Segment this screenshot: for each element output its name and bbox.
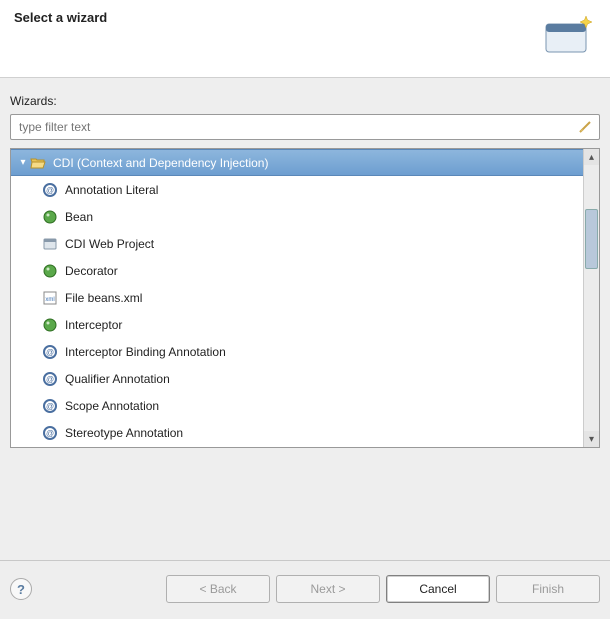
wizard-banner-icon — [540, 10, 596, 60]
tree-item[interactable]: Bean — [11, 203, 583, 230]
tree-item-label: Interceptor — [65, 318, 122, 332]
wizard-tree-container: ▾ CDI (Context and Dependency Injection)… — [10, 148, 600, 448]
svg-text:xml: xml — [45, 297, 54, 303]
filter-container — [10, 114, 600, 140]
tree-item-label: File beans.xml — [65, 291, 142, 305]
tree-item-label: Interceptor Binding Annotation — [65, 345, 226, 359]
scroll-up-icon[interactable]: ▴ — [584, 149, 599, 165]
filter-input[interactable] — [17, 119, 577, 135]
tree-item[interactable]: @ Interceptor Binding Annotation — [11, 338, 583, 365]
dialog-content: Wizards: ▾ CDI (Context and Dependency I… — [0, 78, 610, 448]
svg-text:@: @ — [46, 375, 54, 384]
web-icon — [41, 236, 59, 252]
annotation-icon: @ — [41, 371, 59, 387]
annotation-icon: @ — [41, 182, 59, 198]
tree-item[interactable]: CDI Web Project — [11, 230, 583, 257]
scroll-thumb[interactable] — [585, 209, 598, 269]
button-bar: < Back Next > Cancel Finish — [166, 575, 600, 603]
tree-item[interactable]: Decorator — [11, 257, 583, 284]
bean-icon — [41, 317, 59, 333]
scroll-down-icon[interactable]: ▾ — [584, 431, 599, 447]
tree-category-cdi[interactable]: ▾ CDI (Context and Dependency Injection) — [11, 149, 583, 176]
page-title: Select a wizard — [14, 10, 107, 25]
bean-icon — [41, 209, 59, 225]
next-button[interactable]: Next > — [276, 575, 380, 603]
tree-item[interactable]: xml File beans.xml — [11, 284, 583, 311]
wizards-label: Wizards: — [10, 94, 600, 108]
back-button[interactable]: < Back — [166, 575, 270, 603]
bean-icon — [41, 263, 59, 279]
expand-toggle-icon[interactable]: ▾ — [17, 157, 29, 168]
svg-text:@: @ — [46, 429, 54, 438]
tree-item-label: CDI Web Project — [65, 237, 154, 251]
svg-text:@: @ — [46, 348, 54, 357]
cancel-button[interactable]: Cancel — [386, 575, 490, 603]
tree-item-label: Bean — [65, 210, 93, 224]
svg-text:@: @ — [46, 186, 54, 195]
dialog-footer: ? < Back Next > Cancel Finish — [0, 560, 610, 619]
tree-item[interactable]: @ Scope Annotation — [11, 392, 583, 419]
tree-item[interactable]: @ Stereotype Annotation — [11, 419, 583, 446]
tree-item[interactable]: Interceptor — [11, 311, 583, 338]
help-icon: ? — [17, 582, 25, 597]
xml-icon: xml — [41, 290, 59, 306]
tree-item-label: CDI (Context and Dependency Injection) — [53, 156, 268, 170]
folder-open-icon — [29, 155, 47, 171]
finish-button[interactable]: Finish — [496, 575, 600, 603]
tree-item-label: Stereotype Annotation — [65, 426, 183, 440]
dialog-header: Select a wizard — [0, 0, 610, 78]
wizard-tree[interactable]: ▾ CDI (Context and Dependency Injection)… — [11, 149, 583, 447]
tree-item[interactable]: @ Annotation Literal — [11, 176, 583, 203]
tree-item-label: Qualifier Annotation — [65, 372, 170, 386]
vertical-scrollbar[interactable]: ▴ ▾ — [583, 149, 599, 447]
tree-item[interactable]: @ Qualifier Annotation — [11, 365, 583, 392]
clear-filter-icon[interactable] — [577, 119, 593, 135]
svg-text:@: @ — [46, 402, 54, 411]
tree-item-label: Annotation Literal — [65, 183, 158, 197]
annotation-icon: @ — [41, 344, 59, 360]
annotation-icon: @ — [41, 398, 59, 414]
tree-item-label: Decorator — [65, 264, 118, 278]
annotation-icon: @ — [41, 425, 59, 441]
tree-item-label: Scope Annotation — [65, 399, 159, 413]
help-button[interactable]: ? — [10, 578, 32, 600]
